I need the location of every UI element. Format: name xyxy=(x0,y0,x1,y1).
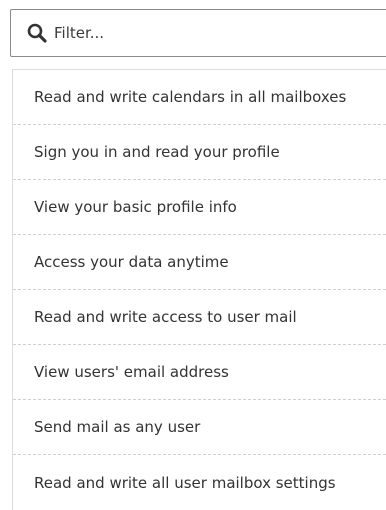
permission-label: View users' email address xyxy=(34,363,229,381)
filter-box[interactable] xyxy=(10,9,386,57)
permission-label: Access your data anytime xyxy=(34,253,229,271)
search-icon xyxy=(26,22,48,44)
filter-input[interactable] xyxy=(54,21,354,45)
permissions-panel: Read and write calendars in all mailboxe… xyxy=(0,0,386,510)
list-item[interactable]: Access your data anytime xyxy=(13,235,386,290)
permission-label: Read and write calendars in all mailboxe… xyxy=(34,88,347,106)
permission-label: Send mail as any user xyxy=(34,418,201,436)
list-item[interactable]: View your basic profile info xyxy=(13,180,386,235)
permission-label: Sign you in and read your profile xyxy=(34,143,280,161)
list-item[interactable]: Read and write all user mailbox settings xyxy=(13,455,386,510)
list-item[interactable]: Read and write calendars in all mailboxe… xyxy=(13,70,386,125)
permission-label: Read and write all user mailbox settings xyxy=(34,473,336,492)
list-item[interactable]: Read and write access to user mail xyxy=(13,290,386,345)
list-item[interactable]: Sign you in and read your profile xyxy=(13,125,386,180)
permission-label: View your basic profile info xyxy=(34,198,237,216)
list-item[interactable]: View users' email address xyxy=(13,345,386,400)
permissions-list: Read and write calendars in all mailboxe… xyxy=(12,69,386,510)
permission-label: Read and write access to user mail xyxy=(34,308,297,326)
list-item[interactable]: Send mail as any user xyxy=(13,400,386,455)
